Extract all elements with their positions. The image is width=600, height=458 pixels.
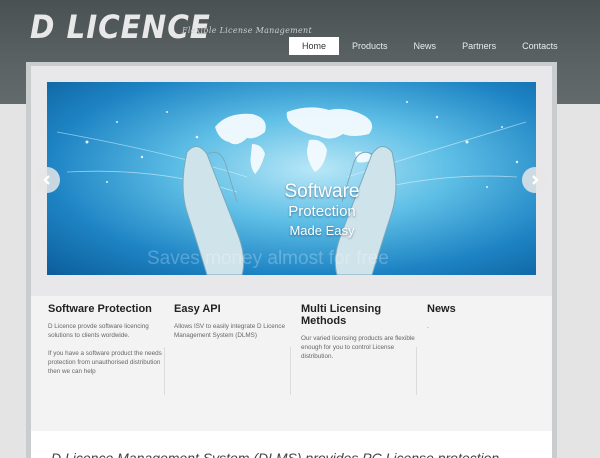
- nav-home[interactable]: Home: [289, 37, 340, 55]
- site-tagline: Flexible License Management: [182, 26, 313, 35]
- nav-partners[interactable]: Partners: [449, 37, 509, 55]
- slider-next-button[interactable]: [522, 167, 548, 193]
- chevron-right-icon: [532, 175, 539, 185]
- nav-news[interactable]: News: [401, 37, 450, 55]
- feature-paragraph: Allows ISV to easily integrate D Licence…: [174, 323, 285, 339]
- nav-products[interactable]: Products: [339, 37, 401, 55]
- feature-title: Multi Licensing Methods: [301, 303, 382, 327]
- hero-illustration: [56, 101, 527, 275]
- feature-news: News .: [427, 303, 545, 331]
- column-divider: [416, 347, 417, 395]
- main-nav: Home Products News Partners Contacts: [289, 37, 571, 55]
- feature-software-protection: Software Protection D Licence provde sof…: [48, 303, 166, 376]
- nav-contacts[interactable]: Contacts: [509, 37, 571, 55]
- feature-text: Allows ISV to easily integrate D Licence…: [174, 322, 292, 340]
- column-divider: [290, 347, 291, 395]
- feature-title: News: [427, 303, 456, 315]
- features-row: Software Protection D Licence provde sof…: [48, 303, 548, 403]
- feature-title: Easy API: [174, 303, 221, 315]
- feature-easy-api: Easy API Allows ISV to easily integrate …: [174, 303, 292, 340]
- column-divider: [164, 347, 165, 395]
- slide-line-3: Made Easy: [289, 223, 355, 238]
- hero-slide[interactable]: Software Protection Made Easy Saves mone…: [47, 82, 536, 275]
- slide-line-1: Software: [284, 181, 360, 202]
- slider-prev-button[interactable]: [34, 167, 60, 193]
- feature-text: .: [427, 322, 545, 331]
- feature-multi-licensing: Multi Licensing Methods Our varied licen…: [301, 303, 419, 361]
- feature-paragraph: If you have a software product the needs…: [48, 350, 162, 375]
- slide-ghost-text: Saves money almost for free: [147, 248, 389, 269]
- feature-text: D Licence provde software licencing solu…: [48, 322, 166, 376]
- feature-title: Software Protection: [48, 303, 152, 315]
- feature-paragraph: .: [427, 323, 429, 330]
- slider-band: Software Protection Made Easy Saves mone…: [31, 66, 552, 296]
- intro-heading: D Licence Management System (DLMS) provi…: [51, 450, 500, 458]
- chevron-left-icon: [43, 175, 50, 185]
- feature-text: Our varied licensing products are flexib…: [301, 334, 419, 361]
- feature-paragraph: Our varied licensing products are flexib…: [301, 335, 415, 360]
- feature-paragraph: D Licence provde software licencing solu…: [48, 323, 149, 339]
- slide-line-2: Protection: [288, 203, 356, 220]
